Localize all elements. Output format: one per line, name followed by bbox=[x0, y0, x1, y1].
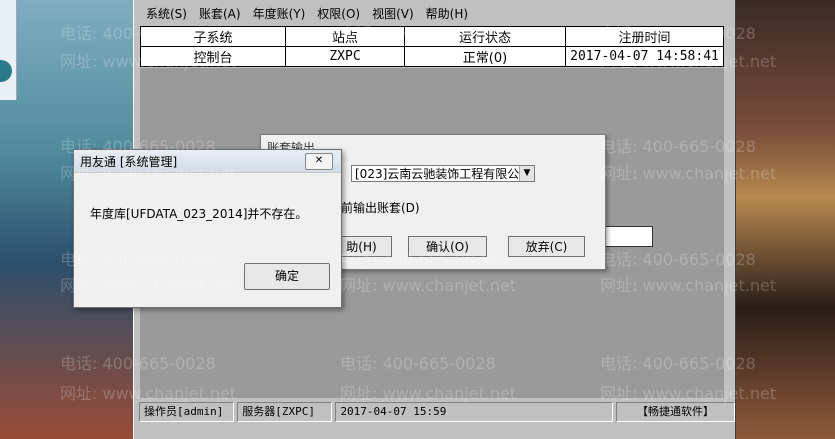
abandon-button[interactable]: 放弃(C) bbox=[508, 236, 585, 257]
status-server: 服务器[ZXPC] bbox=[237, 402, 333, 422]
table-row[interactable]: 控制台 ZXPC 正常(0) 2017-04-07 14:58:41 bbox=[140, 46, 724, 67]
side-window-edge bbox=[0, 0, 17, 100]
menu-permission[interactable]: 权限(O) bbox=[311, 5, 366, 23]
error-message-box: 用友通 [系统管理] ✕ 年度库[UFDATA_023_2014]并不存在。 确… bbox=[73, 149, 342, 308]
status-datetime: 2017-04-07 15:59 bbox=[335, 402, 613, 422]
cell-subsystem: 控制台 bbox=[140, 46, 286, 67]
account-select[interactable]: [023]云南云驰装饰工程有限公 ▼ bbox=[351, 165, 535, 182]
subsystem-table: 子系统 站点 运行状态 注册时间 控制台 ZXPC 正常(0) 2017-04-… bbox=[140, 26, 724, 67]
cell-register-time: 2017-04-07 14:58:41 bbox=[565, 46, 724, 67]
menu-annual-account[interactable]: 年度账(Y) bbox=[247, 5, 312, 23]
close-icon[interactable]: ✕ bbox=[305, 153, 333, 170]
account-select-value: [023]云南云驰装饰工程有限公 bbox=[355, 167, 520, 181]
output-option-label[interactable]: 前输出账套(D) bbox=[341, 199, 420, 216]
column-header-station: 站点 bbox=[285, 26, 405, 47]
table-header-row: 子系统 站点 运行状态 注册时间 bbox=[140, 26, 724, 47]
chevron-down-icon[interactable]: ▼ bbox=[519, 166, 534, 181]
status-operator: 操作员[admin] bbox=[139, 402, 235, 422]
partial-text-field[interactable] bbox=[603, 226, 653, 247]
column-header-subsystem: 子系统 bbox=[140, 26, 286, 47]
confirm-button[interactable]: 确认(O) bbox=[408, 236, 487, 257]
desktop-right-wallpaper bbox=[735, 0, 835, 439]
message-title: 用友通 [系统管理] bbox=[80, 155, 178, 169]
menubar: 系统(S) 账套(A) 年度账(Y) 权限(O) 视图(V) 帮助(H) bbox=[134, 5, 735, 23]
ok-button[interactable]: 确定 bbox=[244, 263, 330, 290]
column-header-register-time: 注册时间 bbox=[565, 26, 724, 47]
menu-view[interactable]: 视图(V) bbox=[366, 5, 420, 23]
cell-station: ZXPC bbox=[285, 46, 405, 67]
status-bar: 操作员[admin] 服务器[ZXPC] 2017-04-07 15:59 【畅… bbox=[134, 402, 735, 422]
message-titlebar: 用友通 [系统管理] ✕ bbox=[74, 150, 341, 173]
menu-system[interactable]: 系统(S) bbox=[140, 5, 193, 23]
message-footer: 确定 bbox=[74, 250, 341, 307]
menu-account[interactable]: 账套(A) bbox=[193, 5, 247, 23]
cell-status: 正常(0) bbox=[404, 46, 566, 67]
message-text: 年度库[UFDATA_023_2014]并不存在。 bbox=[90, 207, 308, 221]
column-header-status: 运行状态 bbox=[404, 26, 566, 47]
status-brand: 【畅捷通软件】 bbox=[615, 402, 735, 422]
menu-help[interactable]: 帮助(H) bbox=[420, 5, 474, 23]
